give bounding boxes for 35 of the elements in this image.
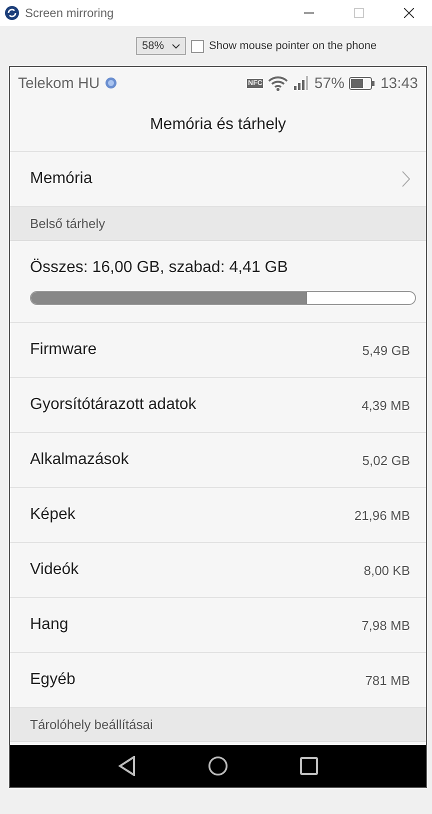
storage-summary: Összes: 16,00 GB, szabad: 4,41 GB xyxy=(30,258,289,276)
storage-size: 7,98 MB xyxy=(362,618,410,632)
wifi-icon xyxy=(268,75,288,91)
app-logo-icon xyxy=(5,6,19,20)
chevron-right-icon xyxy=(402,171,410,187)
storage-row[interactable]: Firmware 5,49 GB xyxy=(10,323,426,378)
chevron-down-icon xyxy=(172,44,180,48)
signal-icon xyxy=(293,76,310,90)
storage-size: 21,96 MB xyxy=(354,508,410,522)
storage-row[interactable]: Alkalmazások 5,02 GB xyxy=(10,433,426,488)
storage-size: 8,00 KB xyxy=(364,562,410,578)
screen-title: Memória és tárhely xyxy=(150,116,286,134)
storage-row[interactable]: Gyorsítótárazott adatok 4,39 MB xyxy=(10,378,426,433)
checkbox[interactable] xyxy=(191,40,204,52)
storage-row[interactable]: Képek 21,96 MB xyxy=(10,488,426,543)
storage-row[interactable]: Videók 8,00 KB xyxy=(10,543,426,598)
storage-size: 5,49 GB xyxy=(362,342,410,358)
storage-size: 5,02 GB xyxy=(362,452,410,468)
section-header: Belső tárhely xyxy=(30,216,106,231)
window-title: Screen mirroring xyxy=(25,6,114,20)
zoom-dropdown[interactable]: 58% xyxy=(136,37,186,55)
clock: 13:43 xyxy=(380,74,418,92)
back-icon[interactable] xyxy=(118,756,136,776)
checkbox-label: Show mouse pointer on the phone xyxy=(209,40,377,52)
battery-icon xyxy=(349,76,376,90)
storage-size: 781 MB xyxy=(365,672,410,688)
storage-size: 4,39 MB xyxy=(362,398,410,412)
section-header: Tárolóhely beállításai xyxy=(30,717,153,732)
globe-icon xyxy=(104,77,117,89)
battery-percent: 57% xyxy=(314,74,344,92)
storage-row[interactable]: Hang 7,98 MB xyxy=(10,598,426,653)
home-icon[interactable] xyxy=(208,756,228,776)
close-icon[interactable] xyxy=(404,8,414,18)
recents-icon[interactable] xyxy=(300,757,318,775)
carrier-name: Telekom HU xyxy=(18,74,100,92)
